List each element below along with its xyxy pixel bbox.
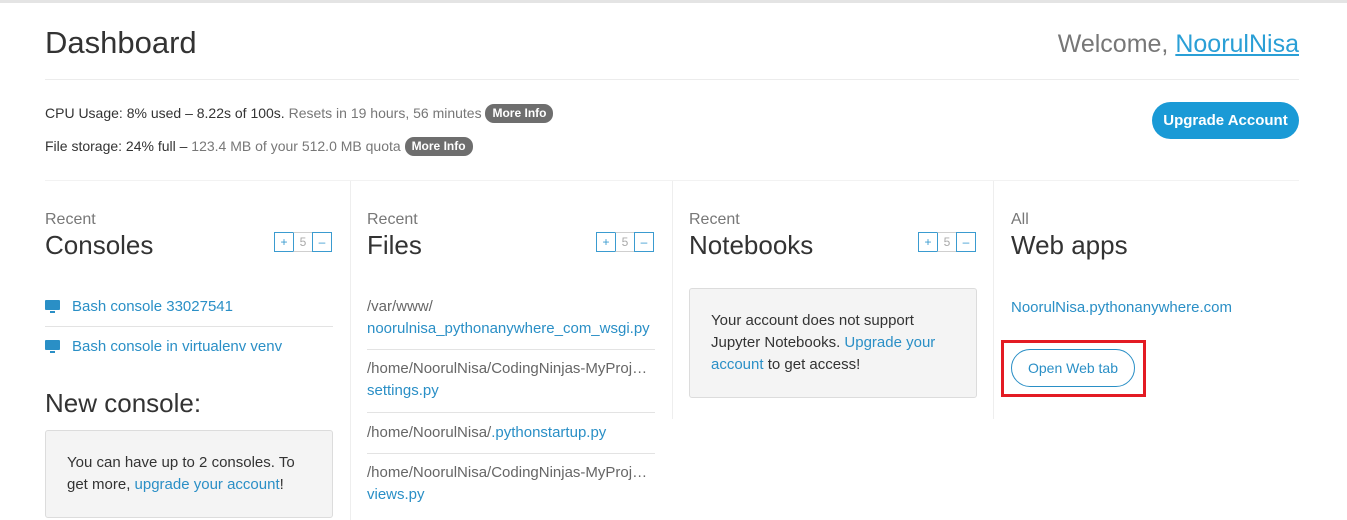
webapp-link[interactable]: NoorulNisa.pythonanywhere.com bbox=[1011, 298, 1232, 318]
notebooks-count-value: 5 bbox=[937, 232, 957, 252]
consoles-panel: Recent Consoles + 5 – Bash console 33027… bbox=[45, 181, 333, 520]
storage-value: 24% full – bbox=[122, 138, 188, 154]
files-title: Files bbox=[367, 230, 422, 260]
file-directory: /home/NoorulNisa/CodingNinjas-MyProject/ bbox=[367, 360, 655, 377]
open-web-tab-button[interactable]: Open Web tab bbox=[1011, 349, 1135, 387]
file-directory: /home/NoorulNisa/ bbox=[367, 424, 492, 441]
webapps-panel: All Web apps NoorulNisa.pythonanywhere.c… bbox=[1001, 181, 1299, 419]
files-increase-button[interactable]: + bbox=[596, 232, 616, 252]
notebooks-increase-button[interactable]: + bbox=[918, 232, 938, 252]
storage-more-info-button[interactable]: More Info bbox=[404, 137, 473, 156]
file-item[interactable]: /home/NoorulNisa/.pythonstartup.py bbox=[367, 422, 655, 444]
console-item[interactable]: Bash console in virtualenv venv bbox=[45, 337, 333, 357]
webapps-small-label: All bbox=[1011, 211, 1029, 228]
monitor-icon bbox=[45, 300, 60, 313]
consoles-title: Consoles bbox=[45, 230, 154, 260]
file-name-link[interactable]: settings.py bbox=[367, 380, 655, 402]
file-item[interactable]: /home/NoorulNisa/CodingNinjas-MyProject/… bbox=[367, 358, 655, 402]
welcome-prefix: Welcome, bbox=[1057, 30, 1176, 58]
file-storage-usage: File storage: 24% full – 123.4 MB of you… bbox=[45, 136, 473, 156]
cpu-more-info-button[interactable]: More Info bbox=[485, 104, 554, 123]
file-name-link[interactable]: noorulnisa_pythonanywhere_com_wsgi.py bbox=[367, 318, 655, 340]
files-count-stepper: + 5 – bbox=[596, 232, 654, 252]
notebooks-count-stepper: + 5 – bbox=[918, 232, 976, 252]
file-directory: /home/NoorulNisa/CodingNinjas-MyProject/ bbox=[367, 464, 655, 481]
file-name-link[interactable]: views.py bbox=[367, 484, 655, 506]
list-divider bbox=[367, 349, 655, 350]
upgrade-account-link[interactable]: upgrade your account bbox=[135, 476, 280, 493]
consoles-count-stepper: + 5 – bbox=[274, 232, 332, 252]
column-divider bbox=[350, 181, 351, 520]
consoles-limit-notice: You can have up to 2 consoles. To get mo… bbox=[45, 430, 333, 518]
cpu-usage: CPU Usage: 8% used – 8.22s of 100s. Rese… bbox=[45, 103, 554, 123]
consoles-decrease-button[interactable]: – bbox=[312, 232, 332, 252]
cpu-usage-value: 8% used – 8.22s of 100s. bbox=[122, 105, 285, 121]
file-name-link[interactable]: .pythonstartup.py bbox=[491, 424, 606, 441]
storage-label: File storage: bbox=[45, 138, 123, 154]
list-divider bbox=[45, 326, 333, 327]
monitor-icon bbox=[45, 340, 60, 353]
files-small-label: Recent bbox=[367, 211, 418, 228]
new-console-title: New console: bbox=[45, 388, 202, 418]
notebooks-notice-suffix: to get access! bbox=[763, 356, 861, 373]
consoles-notice-suffix: ! bbox=[279, 476, 284, 493]
console-item[interactable]: Bash console 33027541 bbox=[45, 297, 333, 317]
cpu-usage-label: CPU Usage: bbox=[45, 105, 123, 121]
file-directory: /var/www/ bbox=[367, 298, 433, 315]
cpu-reset-text: Resets in 19 hours, 56 minutes bbox=[284, 105, 482, 121]
webapps-title: Web apps bbox=[1011, 230, 1128, 260]
notebooks-panel: Recent Notebooks + 5 – Your account does… bbox=[689, 181, 977, 419]
welcome-message: Welcome, NoorulNisa bbox=[1058, 28, 1299, 60]
column-divider bbox=[672, 181, 673, 419]
page-title: Dashboard bbox=[45, 25, 197, 60]
consoles-count-value: 5 bbox=[293, 232, 313, 252]
storage-detail: 123.4 MB of your 512.0 MB quota bbox=[187, 138, 401, 154]
column-divider bbox=[993, 181, 994, 419]
consoles-increase-button[interactable]: + bbox=[274, 232, 294, 252]
files-count-value: 5 bbox=[615, 232, 635, 252]
top-border bbox=[0, 0, 1347, 3]
console-item-label[interactable]: Bash console 33027541 bbox=[72, 298, 233, 315]
notebooks-small-label: Recent bbox=[689, 211, 740, 228]
notebooks-title: Notebooks bbox=[689, 230, 814, 260]
file-item[interactable]: /home/NoorulNisa/CodingNinjas-MyProject/… bbox=[367, 462, 655, 506]
file-item[interactable]: /var/www/ noorulnisa_pythonanywhere_com_… bbox=[367, 296, 655, 340]
upgrade-account-button[interactable]: Upgrade Account bbox=[1152, 102, 1299, 139]
consoles-small-label: Recent bbox=[45, 211, 96, 228]
header-divider bbox=[45, 79, 1299, 80]
files-decrease-button[interactable]: – bbox=[634, 232, 654, 252]
username-link[interactable]: NoorulNisa bbox=[1175, 30, 1299, 58]
notebooks-decrease-button[interactable]: – bbox=[956, 232, 976, 252]
notebooks-unsupported-notice: Your account does not support Jupyter No… bbox=[689, 288, 977, 398]
list-divider bbox=[367, 453, 655, 454]
files-panel: Recent Files + 5 – /var/www/ noorulnisa_… bbox=[367, 181, 655, 520]
list-divider bbox=[367, 412, 655, 413]
console-item-label[interactable]: Bash console in virtualenv venv bbox=[72, 338, 282, 355]
